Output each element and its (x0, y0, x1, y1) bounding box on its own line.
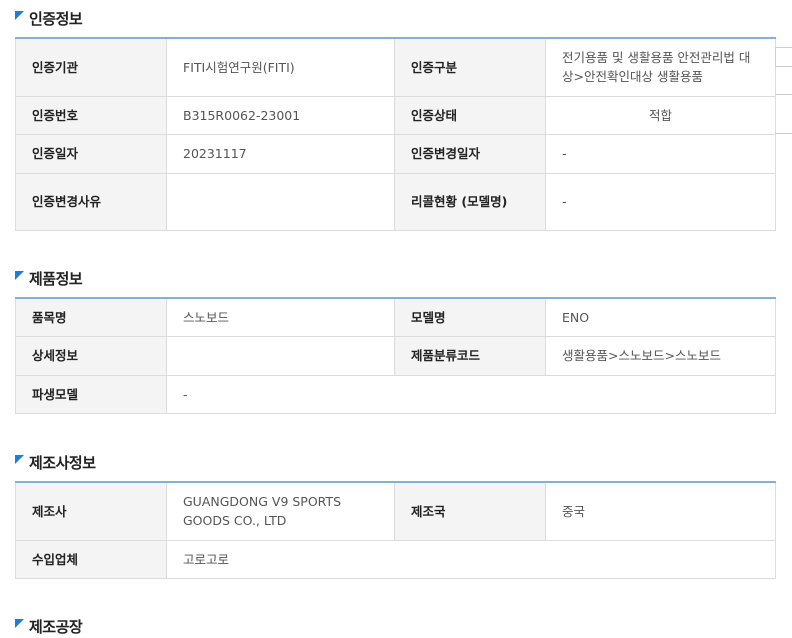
country-value: 중국 (545, 481, 776, 541)
side-panel-fragment (775, 47, 792, 67)
section-title-factory: 제조공장 (15, 614, 83, 638)
cert-status-label: 인증상태 (394, 95, 546, 135)
product-class-code-value: 생활용품>스노보드>스노보드 (545, 335, 776, 376)
importer-label: 수입업체 (15, 539, 167, 579)
cert-number-value: B315R0062-23001 (166, 95, 395, 135)
table-row: 인증변경사유 리콜현황 (모델명) - (15, 172, 776, 231)
detail-info-value (166, 335, 395, 376)
table-row: 수입업체 고로고로 (15, 539, 776, 579)
cert-change-date-label: 인증변경일자 (394, 133, 546, 174)
recall-status-label: 리콜현황 (모델명) (394, 172, 546, 231)
country-label: 제조국 (394, 481, 546, 541)
section-marker-icon (15, 454, 24, 464)
model-name-label: 모델명 (394, 297, 546, 337)
derived-model-value: - (166, 374, 776, 414)
section-marker-icon (15, 270, 24, 280)
table-row: 파생모델 - (15, 374, 776, 414)
maker-table: 제조사 GUANGDONG V9 SPORTS GOODS CO., LTD 제… (15, 481, 776, 579)
section-marker-icon (15, 618, 24, 628)
section-marker-icon (15, 10, 24, 20)
product-class-code-label: 제품분류코드 (394, 335, 546, 376)
cert-agency-value: FITI시험연구원(FITI) (166, 37, 395, 97)
table-row: 상세정보 제품분류코드 생활용품>스노보드>스노보드 (15, 335, 776, 376)
table-row: 품목명 스노보드 모델명 ENO (15, 297, 776, 337)
section-title-maker: 제조사정보 (15, 450, 96, 474)
cert-table: 인증기관 FITI시험연구원(FITI) 인증구분 전기용품 및 생활용품 안전… (15, 37, 776, 231)
manufacturer-value: GUANGDONG V9 SPORTS GOODS CO., LTD (166, 481, 395, 541)
item-name-value: 스노보드 (166, 297, 395, 337)
cert-status-value: 적합 (545, 95, 776, 135)
cert-change-date-value: - (545, 133, 776, 174)
manufacturer-label: 제조사 (15, 481, 167, 541)
cert-type-value: 전기용품 및 생활용품 안전관리법 대상>안전확인대상 생활용품 (545, 37, 776, 97)
derived-model-label: 파생모델 (15, 374, 167, 414)
side-divider (775, 94, 792, 95)
cert-agency-label: 인증기관 (15, 37, 167, 97)
table-row: 인증기관 FITI시험연구원(FITI) 인증구분 전기용품 및 생활용품 안전… (15, 37, 776, 97)
model-name-value: ENO (545, 297, 776, 337)
cert-number-label: 인증번호 (15, 95, 167, 135)
cert-change-reason-value (166, 172, 395, 231)
section-title-product: 제품정보 (15, 266, 83, 290)
detail-info-label: 상세정보 (15, 335, 167, 376)
section-title-cert: 인증정보 (15, 6, 83, 30)
side-divider (775, 133, 792, 134)
product-table: 품목명 스노보드 모델명 ENO 상세정보 제품분류코드 생활용품>스노보드>스… (15, 297, 776, 414)
cert-date-label: 인증일자 (15, 133, 167, 174)
table-row: 제조사 GUANGDONG V9 SPORTS GOODS CO., LTD 제… (15, 481, 776, 541)
cert-date-value: 20231117 (166, 133, 395, 174)
table-row: 인증번호 B315R0062-23001 인증상태 적합 (15, 95, 776, 135)
importer-value: 고로고로 (166, 539, 776, 579)
recall-status-value: - (545, 172, 776, 231)
cert-change-reason-label: 인증변경사유 (15, 172, 167, 231)
table-row: 인증일자 20231117 인증변경일자 - (15, 133, 776, 174)
cert-type-label: 인증구분 (394, 37, 546, 97)
item-name-label: 품목명 (15, 297, 167, 337)
